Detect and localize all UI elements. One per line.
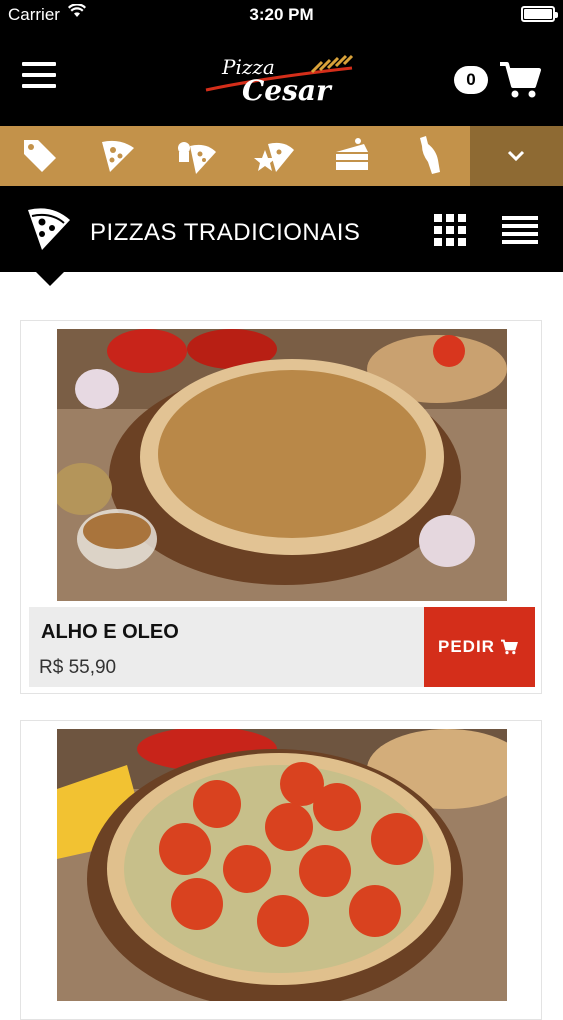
bottle-icon <box>420 136 440 174</box>
hamburger-menu-icon[interactable] <box>22 62 62 92</box>
product-name: ALHO E OLEO <box>41 621 179 643</box>
cart-count-badge: 0 <box>454 66 488 94</box>
pizza-photo <box>57 329 507 601</box>
pizza-slice-icon <box>28 208 70 250</box>
category-pizzas[interactable] <box>96 134 140 178</box>
category-special-pizzas[interactable] <box>174 134 218 178</box>
product-info: ALHO E OLEO R$ 55,90 PEDIR <box>29 607 535 687</box>
pizza-cesar-logo: Pizza Cesar <box>205 54 354 107</box>
pizza-slice-icon <box>102 140 134 172</box>
category-premium-pizzas[interactable] <box>252 134 296 178</box>
pizza-photo <box>57 729 507 1001</box>
shopping-cart-icon[interactable] <box>498 60 542 100</box>
category-desserts[interactable] <box>330 134 374 178</box>
svg-text:Cesar: Cesar <box>242 74 333 107</box>
list-view-icon[interactable] <box>500 214 540 246</box>
section-pointer <box>36 272 64 286</box>
order-button[interactable]: PEDIR <box>424 607 535 687</box>
section-header: PIZZAS TRADICIONAIS <box>0 186 563 272</box>
star-pizza-icon <box>254 142 294 172</box>
product-card[interactable] <box>20 720 542 1020</box>
chevron-down-icon <box>507 150 525 162</box>
order-button-label: PEDIR <box>438 637 495 656</box>
category-dropdown-toggle[interactable] <box>470 126 563 186</box>
shopping-cart-icon <box>501 639 518 655</box>
category-bar <box>0 126 563 186</box>
category-promotions[interactable] <box>18 134 62 178</box>
grid-view-icon[interactable] <box>432 212 468 248</box>
status-bar: Carrier 3:20 PM <box>0 0 563 30</box>
app-header: Pizza Cesar 0 <box>0 30 563 126</box>
cake-slice-icon <box>336 138 368 170</box>
battery-icon <box>521 6 558 22</box>
category-drinks[interactable] <box>406 134 450 178</box>
clock: 3:20 PM <box>249 5 314 24</box>
tag-icon <box>24 140 56 172</box>
section-title: PIZZAS TRADICIONAIS <box>90 219 361 246</box>
chef-pizza-icon <box>178 142 216 174</box>
product-price: R$ 55,90 <box>39 657 117 678</box>
product-card[interactable]: ALHO E OLEO R$ 55,90 PEDIR <box>20 320 542 694</box>
